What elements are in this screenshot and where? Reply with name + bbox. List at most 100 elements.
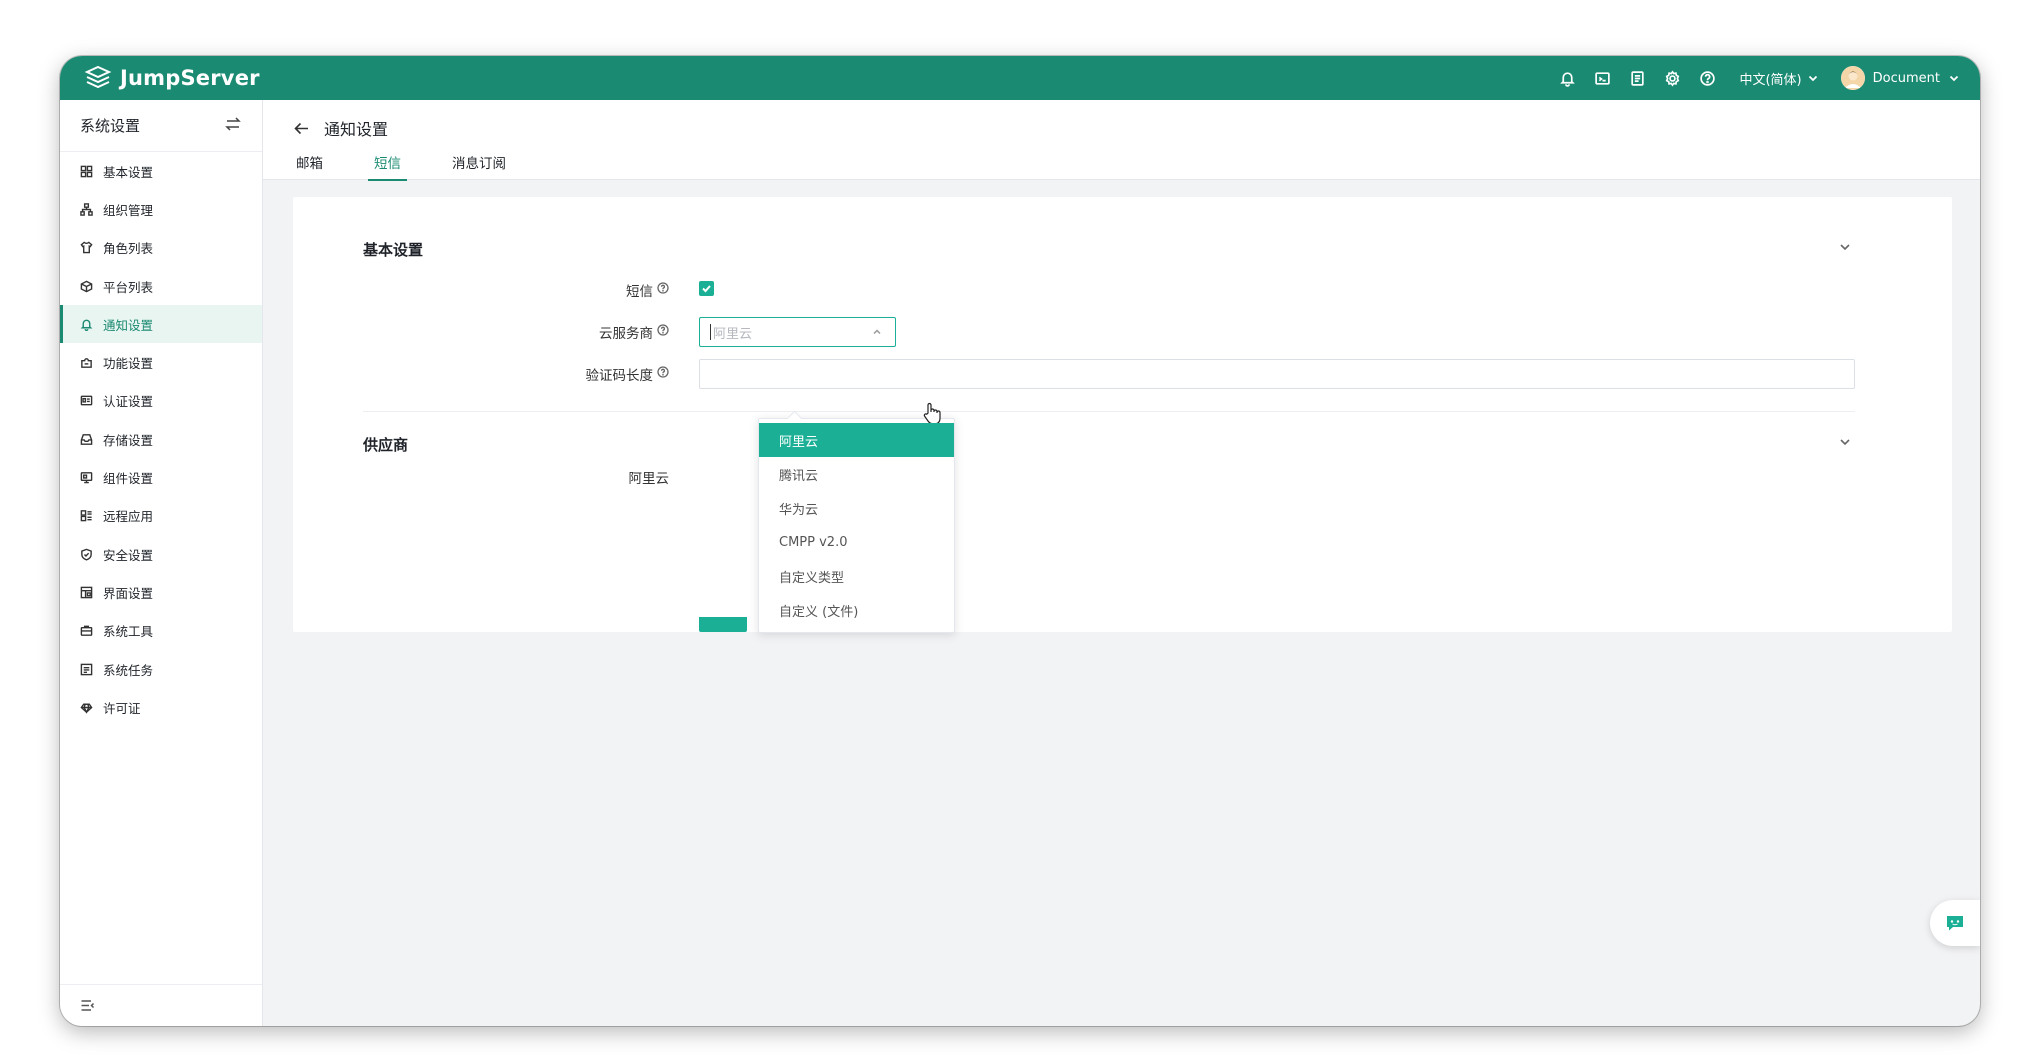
provider-option-custom-file[interactable]: 自定义 (文件) bbox=[759, 593, 954, 627]
bell-icon[interactable] bbox=[1550, 56, 1585, 100]
provider-option-custom-type[interactable]: 自定义类型 bbox=[759, 559, 954, 593]
sidebar-item-basic-settings[interactable]: 基本设置 bbox=[60, 152, 262, 190]
app-window: JumpServer 中文(简体) Document 系统设置 基本设置 组织管… bbox=[60, 56, 1980, 1026]
basic-settings-collapse-toggle[interactable] bbox=[1838, 239, 1852, 253]
code-length-label: 验证码长度 bbox=[586, 364, 670, 384]
arrow-left-icon bbox=[294, 122, 308, 134]
switch-view-button[interactable] bbox=[224, 115, 242, 137]
cube-icon bbox=[80, 280, 93, 292]
tab-email[interactable]: 邮箱 bbox=[296, 148, 323, 181]
swap-arrows-icon bbox=[225, 116, 241, 131]
sidebar-item-label: 界面设置 bbox=[103, 585, 154, 601]
sidebar-title: 系统设置 bbox=[80, 117, 141, 135]
sidebar-item-label: 组织管理 bbox=[103, 202, 154, 218]
logo[interactable]: JumpServer bbox=[84, 65, 260, 91]
sidebar-item-storage-settings[interactable]: 存储设置 bbox=[60, 420, 262, 458]
sidebar-item-label: 存储设置 bbox=[103, 432, 154, 448]
avatar bbox=[1840, 66, 1865, 90]
help-icon[interactable] bbox=[657, 282, 669, 298]
sidebar-item-ui-settings[interactable]: 界面设置 bbox=[60, 573, 262, 611]
sidebar-item-system-tools[interactable]: 系统工具 bbox=[60, 612, 262, 650]
jumpserver-logo-icon bbox=[84, 65, 112, 89]
help-icon[interactable] bbox=[1690, 56, 1725, 100]
provider-select-placeholder: 阿里云 bbox=[713, 326, 753, 342]
chat-assistant-button[interactable] bbox=[1930, 900, 1980, 946]
sidebar-collapse-button[interactable] bbox=[60, 984, 262, 1026]
basic-settings-section-title: 基本设置 bbox=[363, 241, 424, 259]
chevron-up-icon bbox=[871, 326, 883, 342]
document-icon[interactable] bbox=[1620, 56, 1655, 100]
sidebar-item-platform-list[interactable]: 平台列表 bbox=[60, 267, 262, 305]
sidebar-item-notification-settings[interactable]: 通知设置 bbox=[60, 305, 262, 344]
sms-enabled-checkbox[interactable] bbox=[699, 281, 714, 296]
sidebar-item-remote-apps[interactable]: 远程应用 bbox=[60, 497, 262, 535]
grid-icon bbox=[80, 165, 93, 177]
help-icon[interactable] bbox=[657, 324, 669, 340]
tabs: 邮箱 短信 消息订阅 bbox=[296, 148, 557, 181]
sidebar-item-label: 安全设置 bbox=[103, 547, 154, 563]
chevron-down-icon bbox=[1840, 244, 1850, 251]
provider-label-text: 云服务商 bbox=[599, 326, 653, 342]
sidebar-item-component-settings[interactable]: 组件设置 bbox=[60, 458, 262, 496]
page-title: 通知设置 bbox=[324, 120, 389, 139]
org-tree-icon bbox=[80, 203, 93, 216]
puzzle-icon bbox=[81, 358, 92, 368]
collapse-menu-icon bbox=[81, 1000, 95, 1011]
back-button[interactable]: 通知设置 bbox=[293, 116, 388, 140]
user-avatar-icon bbox=[1840, 66, 1865, 90]
sidebar-item-label: 平台列表 bbox=[103, 279, 154, 295]
submit-button[interactable] bbox=[699, 617, 747, 632]
toolbox-icon bbox=[80, 625, 93, 637]
code-length-input[interactable] bbox=[699, 359, 1855, 389]
language-switcher[interactable]: 中文(简体) bbox=[1739, 69, 1818, 88]
sidebar-item-system-tasks[interactable]: 系统任务 bbox=[60, 650, 262, 688]
settings-form-card: 基本设置 短信 云服务商 阿里云 验证码长度 供应商 阿里云 bbox=[293, 197, 1952, 632]
supplier-collapse-toggle[interactable] bbox=[1838, 434, 1852, 448]
user-menu[interactable]: Document bbox=[1840, 66, 1960, 90]
sidebar-item-org-management[interactable]: 组织管理 bbox=[60, 190, 262, 228]
provider-dropdown: 阿里云 腾讯云 华为云 CMPP v2.0 自定义类型 自定义 (文件) bbox=[758, 418, 955, 633]
sidebar-item-label: 系统工具 bbox=[103, 624, 154, 640]
tab-message-subscription[interactable]: 消息订阅 bbox=[452, 148, 506, 181]
top-navbar: JumpServer 中文(简体) Document bbox=[60, 56, 1980, 100]
sidebar-item-label: 通知设置 bbox=[103, 317, 154, 333]
sidebar-item-label: 基本设置 bbox=[103, 164, 154, 180]
section-divider bbox=[363, 411, 1855, 412]
chat-bubble-icon bbox=[1947, 916, 1963, 931]
sidebar-item-auth-settings[interactable]: 认证设置 bbox=[60, 382, 262, 420]
supplier-section-title: 供应商 bbox=[363, 436, 409, 454]
provider-option-tencent[interactable]: 腾讯云 bbox=[759, 457, 954, 491]
code-length-label-text: 验证码长度 bbox=[585, 368, 654, 384]
sidebar-item-label: 功能设置 bbox=[103, 356, 154, 372]
provider-option-aliyun[interactable]: 阿里云 bbox=[759, 423, 954, 457]
username: Document bbox=[1872, 70, 1940, 86]
storage-icon bbox=[80, 433, 93, 445]
id-card-icon bbox=[80, 396, 93, 406]
page-header: 通知设置 邮箱 短信 消息订阅 bbox=[263, 100, 1980, 181]
tab-sms[interactable]: 短信 bbox=[368, 148, 407, 181]
checkmark-icon bbox=[702, 285, 711, 293]
bell-icon bbox=[80, 319, 93, 331]
sidebar-item-security-settings[interactable]: 安全设置 bbox=[60, 535, 262, 573]
sidebar-menu: 基本设置 组织管理 角色列表 平台列表 通知设置 功能设置 认证设置 存储设置 … bbox=[60, 152, 262, 726]
sms-label-text: 短信 bbox=[626, 284, 653, 300]
sidebar-header: 系统设置 bbox=[60, 100, 262, 152]
sidebar-item-label: 角色列表 bbox=[103, 241, 154, 257]
sidebar-item-feature-settings[interactable]: 功能设置 bbox=[60, 343, 262, 381]
provider-option-cmpp[interactable]: CMPP v2.0 bbox=[759, 525, 954, 559]
layout-icon bbox=[80, 586, 93, 599]
sidebar-item-role-list[interactable]: 角色列表 bbox=[60, 229, 262, 267]
sidebar-item-license[interactable]: 许可证 bbox=[60, 688, 262, 726]
shield-icon bbox=[81, 548, 92, 561]
provider-option-huawei[interactable]: 华为云 bbox=[759, 491, 954, 525]
text-caret bbox=[710, 324, 711, 340]
terminal-icon[interactable] bbox=[1585, 56, 1620, 100]
sidebar-item-label: 组件设置 bbox=[103, 471, 154, 487]
sidebar-item-label: 许可证 bbox=[103, 700, 141, 716]
provider-select[interactable]: 阿里云 bbox=[699, 317, 896, 347]
shirt-icon bbox=[80, 241, 93, 254]
gear-icon[interactable] bbox=[1655, 56, 1690, 100]
help-icon[interactable] bbox=[657, 366, 669, 382]
apps-icon bbox=[80, 510, 92, 522]
component-icon bbox=[80, 472, 93, 484]
